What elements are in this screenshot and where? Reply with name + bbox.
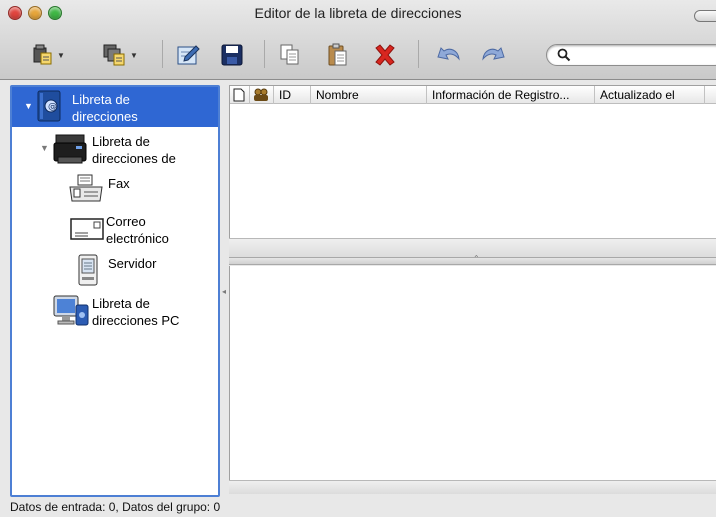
window-chrome: Editor de la libreta de direcciones ▼ ▼ (0, 0, 716, 80)
vertical-splitter-handle[interactable]: ◂ (222, 287, 228, 297)
tree-item-device-address-book[interactable]: Libreta de direcciones de (52, 131, 176, 167)
horizontal-splitter-handle[interactable]: ⌃ (229, 254, 716, 265)
column-header-registration-info[interactable]: Información de Registro... (427, 86, 595, 104)
save-icon (221, 44, 243, 66)
column-header-group[interactable] (250, 86, 274, 104)
fax-icon (69, 174, 103, 202)
undo-button[interactable] (432, 40, 466, 70)
tree-item-label: electrónico (106, 231, 169, 246)
redo-icon (482, 47, 505, 61)
delete-button[interactable] (368, 40, 402, 70)
column-header-id[interactable]: ID (274, 86, 311, 104)
detail-pane (229, 266, 716, 490)
copy-icon (280, 44, 299, 65)
tree-item-pc-address-book[interactable]: Libreta de direcciones PC (52, 293, 179, 329)
tree-item-label: Libreta de (72, 92, 130, 107)
chevron-down-icon: ▼ (130, 50, 138, 60)
paste-icon (328, 43, 347, 66)
address-book-tree: ▼ @ Libreta de direcciones ▼ Libreta de … (10, 85, 220, 497)
new-entry-button[interactable]: ▼ (28, 40, 68, 70)
edit-icon (177, 45, 200, 65)
undo-icon (437, 47, 460, 61)
search-icon (557, 48, 571, 62)
computer-icon (53, 295, 89, 326)
toolbar-separator (162, 40, 163, 68)
disclosure-triangle-icon[interactable]: ▼ (40, 143, 49, 153)
document-icon (233, 88, 245, 102)
tree-item-label: Libreta de (92, 296, 150, 311)
column-header-type[interactable] (230, 86, 250, 104)
status-bar-text: Datos de entrada: 0, Datos del grupo: 0 (10, 500, 221, 514)
tree-item-label: direcciones (72, 109, 138, 124)
group-icon (254, 88, 268, 101)
toolbar-separator (264, 40, 265, 68)
tree-item-label: Libreta de (92, 134, 150, 149)
column-header-updated[interactable]: Actualizado el (595, 86, 705, 104)
edit-button[interactable] (172, 40, 204, 70)
entries-table: ID Nombre Información de Registro... Act… (229, 85, 716, 257)
tree-item-label: Fax (108, 176, 130, 191)
delete-icon (375, 44, 395, 66)
tree-item-address-book[interactable]: @ Libreta de direcciones (34, 89, 138, 125)
tree-item-label: Servidor (108, 256, 157, 271)
tree-item-fax[interactable]: Fax (68, 173, 130, 203)
tree-item-email[interactable]: Correo electrónico (70, 213, 169, 247)
svg-text:@: @ (48, 102, 57, 112)
new-group-icon (103, 44, 125, 66)
column-header-name[interactable]: Nombre (311, 86, 427, 104)
paste-button[interactable] (322, 40, 354, 70)
save-button[interactable] (216, 40, 248, 70)
table-header: ID Nombre Información de Registro... Act… (230, 86, 716, 104)
toolbar-separator (418, 40, 419, 68)
envelope-icon (70, 218, 104, 240)
server-icon (78, 254, 98, 286)
new-contact-icon (33, 44, 52, 65)
disclosure-triangle-icon[interactable]: ▼ (24, 101, 33, 111)
tree-item-server[interactable]: Servidor (76, 253, 156, 287)
detail-footer-bar (229, 480, 716, 494)
copy-button[interactable] (274, 40, 306, 70)
chevron-down-icon: ▼ (57, 50, 65, 60)
printer-icon (53, 134, 87, 164)
window-title: Editor de la libreta de direcciones (254, 5, 462, 21)
redo-button[interactable] (476, 40, 510, 70)
search-input[interactable] (546, 44, 716, 66)
new-group-button[interactable]: ▼ (98, 40, 142, 70)
address-book-icon: @ (37, 90, 61, 122)
tree-item-label: direcciones de (92, 151, 176, 166)
toolbar-toggle-button[interactable] (694, 10, 716, 22)
tree-item-label: Correo (106, 214, 146, 229)
tree-item-label: direcciones PC (92, 313, 180, 328)
